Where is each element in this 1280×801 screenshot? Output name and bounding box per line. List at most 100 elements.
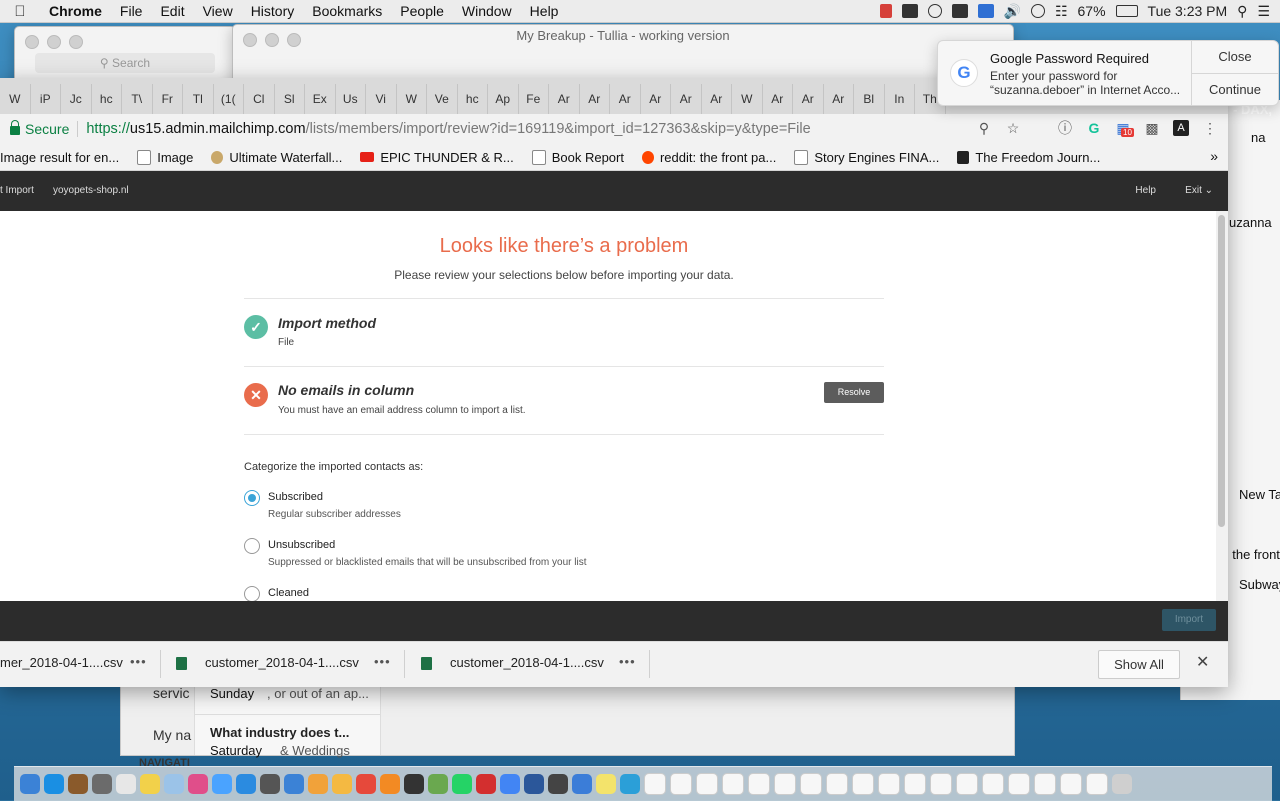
page-scrollbar[interactable] (1216, 211, 1228, 601)
status-app-icon[interactable] (880, 4, 892, 18)
rw-item-4[interactable]: : the front (1225, 547, 1280, 562)
dock-file-icon[interactable] (1008, 773, 1030, 795)
download-menu-icon[interactable]: ••• (619, 654, 636, 669)
dock-app-icon[interactable] (188, 774, 208, 794)
dock-app-icon[interactable] (236, 774, 256, 794)
browser-tab[interactable]: Ar (641, 84, 672, 114)
option-subscribed-label[interactable]: Subscribed (268, 491, 323, 503)
font-extension-icon[interactable]: A (1173, 120, 1189, 136)
browser-tab[interactable]: W (0, 84, 31, 114)
dock-file-icon[interactable] (644, 773, 666, 795)
header-exit-menu[interactable]: Exit ⌄ (1185, 185, 1213, 196)
menu-window[interactable]: Window (453, 3, 521, 19)
option-unsubscribed-label[interactable]: Unsubscribed (268, 539, 335, 551)
header-import-link[interactable]: t Import (0, 185, 34, 196)
dock-app-icon[interactable] (452, 774, 472, 794)
browser-tab[interactable]: Vi (366, 84, 397, 114)
browser-tab[interactable]: Bl (854, 84, 885, 114)
onepassword-icon[interactable]: ⓘ (1057, 120, 1073, 136)
dock-app-icon[interactable] (260, 774, 280, 794)
dock-file-icon[interactable] (1086, 773, 1108, 795)
download-menu-icon[interactable]: ••• (374, 654, 391, 669)
dock-app-icon[interactable] (116, 774, 136, 794)
browser-tab[interactable]: W (397, 84, 428, 114)
radio-unsubscribed[interactable] (244, 538, 260, 554)
radio-subscribed[interactable] (244, 490, 260, 506)
dock-app-icon[interactable] (476, 774, 496, 794)
grammarly-icon[interactable]: G (1086, 120, 1102, 136)
browser-tab[interactable]: Jc (61, 84, 92, 114)
browser-tab[interactable]: Ar (763, 84, 794, 114)
lower-question[interactable]: What industry does t... (210, 725, 349, 740)
wifi-icon[interactable]: ☷ (1055, 3, 1068, 20)
volume-icon[interactable]: 🔊 (1004, 3, 1021, 20)
rw-item-5[interactable]: Subway (1239, 577, 1280, 592)
notification-close-button[interactable]: Close (1192, 41, 1278, 74)
dock-file-icon[interactable] (1034, 773, 1056, 795)
home-icon[interactable] (902, 4, 918, 18)
dock-file-icon[interactable] (670, 773, 692, 795)
bookmark-item[interactable]: Image (137, 150, 193, 165)
dock-app-icon[interactable] (428, 774, 448, 794)
download-item[interactable]: customer_2018-04-1....csv (176, 655, 359, 670)
bookmark-item[interactable]: reddit: the front pa... (642, 150, 776, 165)
dock-app-icon[interactable] (620, 774, 640, 794)
bookmark-item[interactable]: Image result for en... (0, 150, 119, 165)
dock-app-icon[interactable] (572, 774, 592, 794)
header-help-link[interactable]: Help (1135, 185, 1156, 196)
dock-app-icon[interactable] (332, 774, 352, 794)
browser-tab[interactable]: Cl (244, 84, 275, 114)
browser-tab[interactable]: Ex (305, 84, 336, 114)
dock-file-icon[interactable] (852, 773, 874, 795)
browser-tab[interactable]: (1( (214, 84, 245, 114)
browser-tab[interactable]: T\ (122, 84, 153, 114)
menu-app-name[interactable]: Chrome (40, 3, 111, 19)
apple-icon[interactable]:  (0, 3, 40, 20)
menu-bookmarks[interactable]: Bookmarks (303, 3, 391, 19)
browser-tab[interactable]: hc (92, 84, 123, 114)
dock-app-icon[interactable] (284, 774, 304, 794)
bookmark-item[interactable]: The Freedom Journ... (957, 150, 1100, 165)
browser-tab[interactable]: Ar (793, 84, 824, 114)
browser-tab[interactable]: Us (336, 84, 367, 114)
show-all-downloads-button[interactable]: Show All (1098, 650, 1180, 679)
bookmark-star-icon[interactable]: ☆ (1005, 120, 1021, 136)
dock-file-icon[interactable] (748, 773, 770, 795)
rw-item-3[interactable]: New Ta (1239, 487, 1280, 502)
browser-tab[interactable]: Ap (488, 84, 519, 114)
dock-app-icon[interactable] (140, 774, 160, 794)
browser-tab[interactable]: Fr (153, 84, 184, 114)
menu-people[interactable]: People (391, 3, 453, 19)
menu-edit[interactable]: Edit (151, 3, 193, 19)
dock-file-icon[interactable] (904, 773, 926, 795)
menu-help[interactable]: Help (521, 3, 568, 19)
browser-tab[interactable]: In (885, 84, 916, 114)
bookmark-item[interactable]: Story Engines FINA... (794, 150, 939, 165)
extension-badge-icon[interactable]: ▦10 (1115, 120, 1131, 136)
browser-tab[interactable]: iP (31, 84, 62, 114)
dock-file-icon[interactable] (696, 773, 718, 795)
close-icon[interactable] (25, 35, 39, 49)
dock-file-icon[interactable] (774, 773, 796, 795)
dock-app-icon[interactable] (212, 774, 232, 794)
minimize-icon[interactable] (47, 35, 61, 49)
browser-tab[interactable]: Ar (671, 84, 702, 114)
notification-continue-button[interactable]: Continue (1192, 74, 1278, 106)
bookmark-item[interactable]: EPIC THUNDER & R... (360, 150, 513, 165)
battery-percent[interactable]: 67% (1078, 3, 1106, 19)
chrome-menu-icon[interactable]: ⋮ (1202, 120, 1218, 136)
menu-view[interactable]: View (194, 3, 242, 19)
download-item[interactable]: customer_2018-04-1....csv (421, 655, 604, 670)
dock-app-icon[interactable] (404, 774, 424, 794)
radio-cleaned[interactable] (244, 586, 260, 601)
browser-tab[interactable]: Ar (610, 84, 641, 114)
browser-tab[interactable]: Ar (549, 84, 580, 114)
teamviewer-icon[interactable] (978, 4, 994, 18)
finder-search-field[interactable]: ⚲ Search (35, 53, 215, 73)
close-downloads-icon[interactable]: ✕ (1196, 652, 1209, 672)
secure-indicator[interactable]: Secure (10, 121, 69, 137)
bookmark-item[interactable]: Ultimate Waterfall... (211, 150, 342, 165)
dock-app-icon[interactable] (380, 774, 400, 794)
dock-app-icon[interactable] (20, 774, 40, 794)
browser-tab[interactable]: Ve (427, 84, 458, 114)
